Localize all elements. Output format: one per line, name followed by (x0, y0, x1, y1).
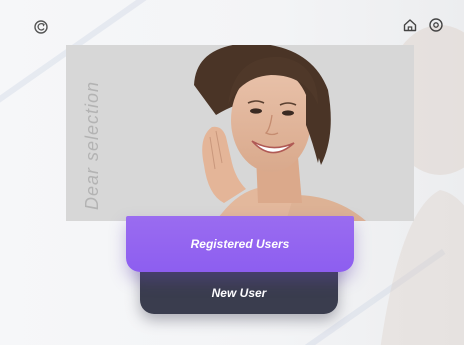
settings-icon[interactable] (427, 16, 445, 34)
home-icon[interactable] (401, 16, 419, 34)
hero-image (66, 45, 414, 221)
new-user-label: New User (211, 286, 267, 300)
registered-users-label: Registered Users (190, 237, 290, 251)
hero-vertical-caption: Dear selection (82, 80, 102, 210)
registered-users-button[interactable]: Registered Users (126, 216, 354, 272)
app-screen: Dear selection New User Registered Users (0, 0, 464, 345)
back-icon[interactable] (32, 18, 50, 36)
